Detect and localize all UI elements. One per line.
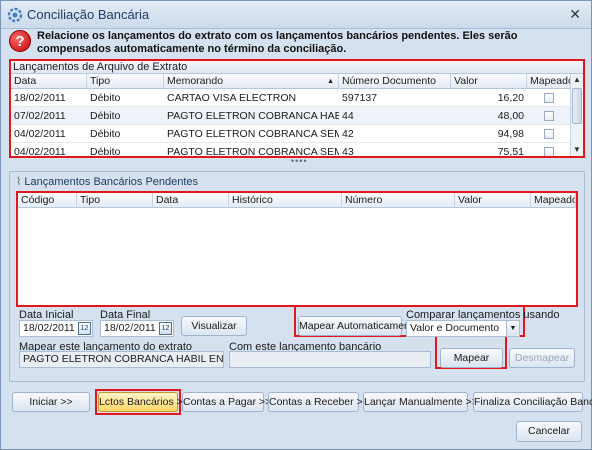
contas-a-receber-button[interactable]: Contas a Receber >> <box>268 392 369 412</box>
col-tipo[interactable]: Tipo <box>77 193 153 208</box>
cell-memorando: CARTAO VISA ELECTRON <box>167 92 297 104</box>
extrato-grid-title: Lançamentos de Arquivo de Extrato <box>11 61 583 74</box>
window-title: Conciliação Bancária <box>27 7 150 22</box>
pendentes-grid: Código Tipo Data Histórico Número Valor … <box>16 191 578 307</box>
visualizar-button[interactable]: Visualizar <box>181 316 247 336</box>
data-final-value: 18/02/2011 <box>104 322 156 334</box>
title-bar: Conciliação Bancária ✕ <box>1 1 591 29</box>
col-mapeado[interactable]: Mapeado <box>531 193 576 208</box>
conciliacao-window: Conciliação Bancária ✕ ? Relacione os la… <box>0 0 592 450</box>
cell-memorando: PAGTO ELETRON COBRANCA SEMPARAR J... <box>167 146 339 156</box>
col-codigo[interactable]: Código <box>18 193 77 208</box>
data-inicial-field[interactable]: 18/02/2011 12 <box>19 320 93 337</box>
app-gear-icon <box>7 7 23 23</box>
pendentes-group-title: ⌇ Lançamentos Bancários Pendentes <box>16 175 198 188</box>
iniciar-button[interactable]: Iniciar >> <box>12 392 90 412</box>
mapear-extrato-field: PAGTO ELETRON COBRANCA HABIL ENTERPRISE <box>19 351 224 368</box>
mapear-button[interactable]: Mapear <box>440 348 503 368</box>
cell-memorando: PAGTO ELETRON COBRANCA SEMPARAR D... <box>167 128 339 140</box>
data-final-field[interactable]: 18/02/2011 12 <box>100 320 174 337</box>
cell-data: 04/02/2011 <box>14 128 66 140</box>
cell-tipo: Débito <box>90 92 121 104</box>
col-tipo[interactable]: Tipo <box>87 74 164 89</box>
col-mapeado[interactable]: Mapeado <box>527 74 571 89</box>
extrato-grid: Lançamentos de Arquivo de Extrato Data T… <box>9 59 585 158</box>
col-data[interactable]: Data <box>11 74 87 89</box>
scroll-thumb[interactable] <box>572 88 582 124</box>
mapear-automaticamente-button[interactable]: Mapear Automaticamente <box>298 316 419 336</box>
col-historico[interactable]: Histórico <box>229 193 342 208</box>
comparar-select[interactable]: Valor e Documento ▼ <box>406 320 520 337</box>
chevron-down-icon[interactable]: ▼ <box>506 321 519 336</box>
info-text: Relacione os lançamentos do extrato com … <box>37 30 518 55</box>
mapeado-checkbox[interactable] <box>544 147 554 156</box>
splitter-handle[interactable]: •••• <box>291 156 308 166</box>
mapeado-checkbox[interactable] <box>544 111 554 121</box>
contas-a-pagar-button[interactable]: Contas a Pagar >> <box>182 392 271 412</box>
extrato-scrollbar[interactable]: ▲ ▼ <box>570 74 583 156</box>
cell-valor: 16,20 <box>497 92 524 104</box>
cell-data: 18/02/2011 <box>14 92 66 104</box>
lctos-bancarios-button[interactable]: Lctos Bancários >> <box>98 392 189 412</box>
info-message: ? Relacione os lançamentos do extrato co… <box>9 30 585 56</box>
extrato-row[interactable]: 07/02/2011 Débito PAGTO ELETRON COBRANCA… <box>11 107 571 125</box>
col-numero-documento[interactable]: Número Documento <box>339 74 451 89</box>
cell-numero: 44 <box>342 110 354 122</box>
desmapear-button[interactable]: Desmapear <box>509 348 575 368</box>
cell-numero: 42 <box>342 128 354 140</box>
col-data[interactable]: Data <box>153 193 229 208</box>
pendentes-grid-header: Código Tipo Data Histórico Número Valor … <box>18 193 576 208</box>
extrato-row[interactable]: 04/02/2011 Débito PAGTO ELETRON COBRANCA… <box>11 125 571 143</box>
scroll-up-icon[interactable]: ▲ <box>571 74 583 86</box>
col-memorando-label: Memorando <box>167 75 224 87</box>
cell-memorando: PAGTO ELETRON COBRANCA HABIL ENTERP... <box>167 110 339 122</box>
cancelar-button[interactable]: Cancelar <box>516 421 582 442</box>
finaliza-conciliacao-button[interactable]: Finaliza Conciliação Bancária <box>473 392 592 412</box>
cell-valor: 94,98 <box>497 128 524 140</box>
col-valor[interactable]: Valor <box>451 74 527 89</box>
cell-tipo: Débito <box>90 146 121 156</box>
cell-valor: 48,00 <box>497 110 524 122</box>
col-numero[interactable]: Número <box>342 193 455 208</box>
cell-numero: 43 <box>342 146 354 156</box>
cell-tipo: Débito <box>90 128 121 140</box>
data-inicial-value: 18/02/2011 <box>23 322 75 334</box>
extrato-row[interactable]: 04/02/2011 Débito PAGTO ELETRON COBRANCA… <box>11 143 571 156</box>
calendar-icon[interactable]: 12 <box>78 322 91 335</box>
mapeado-checkbox[interactable] <box>544 93 554 103</box>
scroll-down-icon[interactable]: ▼ <box>571 144 583 156</box>
extrato-row[interactable]: 18/02/2011 Débito CARTAO VISA ELECTRON 5… <box>11 89 571 107</box>
com-bancario-field <box>229 351 431 368</box>
extrato-grid-header: Data Tipo Memorando ▲ Número Documento V… <box>11 74 583 89</box>
question-icon: ? <box>9 30 31 52</box>
calendar-icon[interactable]: 12 <box>159 322 172 335</box>
pendentes-group: ⌇ Lançamentos Bancários Pendentes Código … <box>9 171 585 382</box>
close-icon[interactable]: ✕ <box>569 6 581 23</box>
pin-icon[interactable]: ⌇ <box>16 176 21 188</box>
cell-data: 04/02/2011 <box>14 146 66 156</box>
cell-data: 07/02/2011 <box>14 110 66 122</box>
lancar-manualmente-button[interactable]: Lançar Manualmente >> <box>363 392 478 412</box>
mapeado-checkbox[interactable] <box>544 129 554 139</box>
cell-valor: 75,51 <box>497 146 524 156</box>
pendentes-title: Lançamentos Bancários Pendentes <box>24 176 199 188</box>
comparar-value: Valor e Documento <box>410 322 500 334</box>
sort-asc-icon: ▲ <box>327 78 334 85</box>
col-valor[interactable]: Valor <box>455 193 531 208</box>
col-memorando[interactable]: Memorando ▲ <box>164 74 339 89</box>
cell-tipo: Débito <box>90 110 121 122</box>
cell-numero: 597137 <box>342 92 378 104</box>
